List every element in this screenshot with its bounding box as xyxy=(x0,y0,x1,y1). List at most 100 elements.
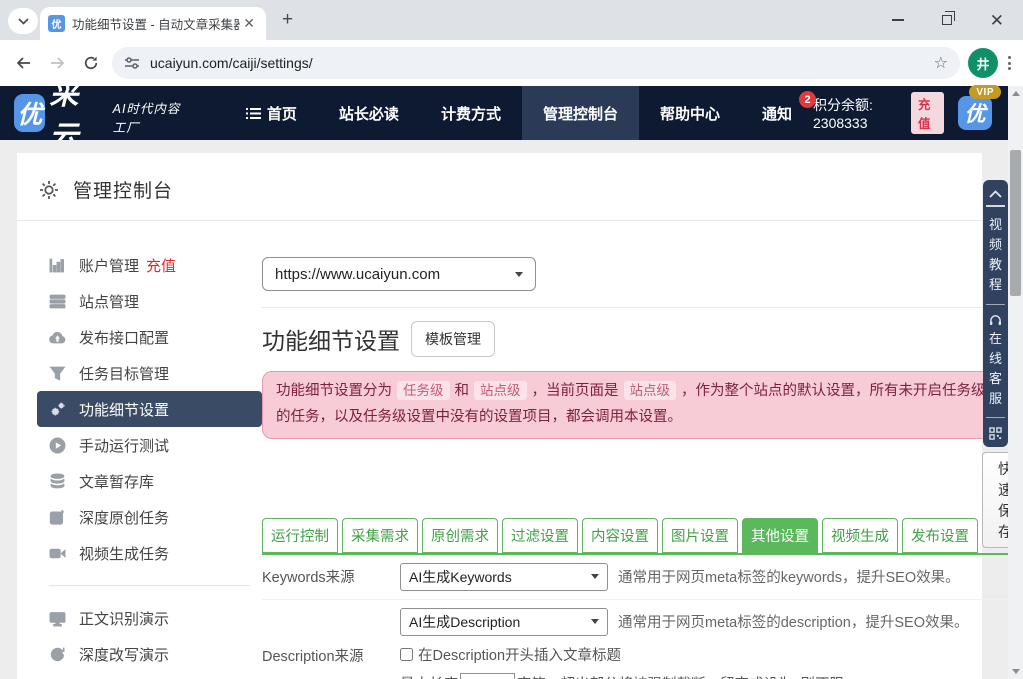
nav-menu: 首页 站长必读 计费方式 管理控制台 帮助中心 通知 2 xyxy=(225,86,813,140)
tab-publish[interactable]: 发布设置 xyxy=(902,518,978,553)
sidebar-item-rewrite-demo[interactable]: 深度改写演示 xyxy=(37,636,262,672)
tab-video[interactable]: 视频生成 xyxy=(822,518,898,553)
tab-image[interactable]: 图片设置 xyxy=(662,518,738,553)
sidebar-item-deep-original-task[interactable]: 深度原创任务 xyxy=(37,499,262,535)
sidebar-recharge-link[interactable]: 充值 xyxy=(146,255,176,276)
back-button[interactable] xyxy=(6,55,40,71)
tab-content[interactable]: 内容设置 xyxy=(582,518,658,553)
site-selector-value: https://www.ucaiyun.com xyxy=(275,266,440,283)
max-length-input[interactable] xyxy=(460,673,515,679)
console-sidebar: 账户管理 充值 站点管理 发布接口配置 任务目标管理 xyxy=(37,221,262,679)
tab-close-icon[interactable]: ✕ xyxy=(240,15,258,32)
toolbar-divider xyxy=(986,417,1005,418)
qr-code-button[interactable] xyxy=(983,424,1008,441)
nav-item-label: 管理控制台 xyxy=(543,103,618,124)
tab-search-button[interactable] xyxy=(8,8,38,34)
tab-favicon: 优 xyxy=(48,15,65,32)
nav-item-must-read[interactable]: 站长必读 xyxy=(318,86,420,140)
quick-save-button[interactable]: 快速保存 xyxy=(982,452,1008,548)
card-header: 管理控制台 xyxy=(37,153,962,220)
site-selector[interactable]: https://www.ucaiyun.com xyxy=(262,257,536,291)
sidebar-item-content-demo[interactable]: 正文识别演示 xyxy=(37,600,262,636)
scrollbar-thumb[interactable] xyxy=(1010,150,1021,296)
browser-menu-button[interactable] xyxy=(998,56,1023,70)
refresh-icon xyxy=(49,646,66,663)
scroll-up-arrow[interactable] xyxy=(1008,86,1023,101)
user-avatar[interactable]: 优 VIP xyxy=(958,96,992,130)
maxlen-prefix: 最大长度 xyxy=(400,673,458,679)
site-navbar: 优 采云 AI时代内容工厂 首页 站长必读 计费方式 管理控制台 帮助中心 通知… xyxy=(0,86,1008,140)
sidebar-item-original-demo[interactable]: 深度原创演示 xyxy=(37,672,262,679)
nav-item-console[interactable]: 管理控制台 xyxy=(522,86,639,140)
window-close-button[interactable]: ✕ xyxy=(990,12,1004,29)
browser-toolbar: ucaiyun.com/caiji/settings/ ☆ 井 xyxy=(0,40,1023,86)
browser-profile-avatar[interactable]: 井 xyxy=(968,48,998,78)
sidebar-divider xyxy=(49,585,250,586)
sidebar-item-sites[interactable]: 站点管理 xyxy=(37,283,262,319)
window-controls: ✕ xyxy=(873,0,1023,40)
avatar-text: 优 xyxy=(958,96,992,130)
gear-icon xyxy=(39,180,59,200)
monitor-icon xyxy=(49,610,66,627)
tab-original[interactable]: 原创需求 xyxy=(422,518,498,553)
sidebar-item-account[interactable]: 账户管理 充值 xyxy=(37,247,262,283)
nav-item-pricing[interactable]: 计费方式 xyxy=(420,86,522,140)
url-bar[interactable]: ucaiyun.com/caiji/settings/ ☆ xyxy=(112,47,960,79)
keywords-source-select[interactable]: AI生成Keywords xyxy=(400,563,608,591)
tab-other[interactable]: 其他设置 xyxy=(742,518,818,553)
page-title: 管理控制台 xyxy=(73,176,173,203)
sidebar-item-label: 深度原创任务 xyxy=(79,507,169,528)
site-settings-icon xyxy=(124,56,140,70)
browser-tab-strip: 优 功能细节设置 - 自动文章采集器 ✕ + ✕ xyxy=(0,0,1023,40)
template-manage-button[interactable]: 模板管理 xyxy=(411,321,495,357)
alert-tag-current-level: 站点级 xyxy=(624,381,677,400)
online-service-button[interactable]: 在线客服 xyxy=(983,327,1008,412)
scroll-down-arrow[interactable] xyxy=(1008,664,1023,679)
edit-icon xyxy=(49,509,66,526)
page-scrollbar[interactable] xyxy=(1008,86,1023,679)
description-source-select[interactable]: AI生成Description xyxy=(400,608,608,636)
sidebar-item-article-store[interactable]: 文章暂存库 xyxy=(37,463,262,499)
recharge-button[interactable]: 充值 xyxy=(911,92,944,134)
window-minimize-button[interactable] xyxy=(892,19,904,21)
bookmark-star-icon[interactable]: ☆ xyxy=(934,53,948,73)
floating-side-toolbar: 视频教程 在线客服 xyxy=(983,180,1008,447)
sidebar-item-video-task[interactable]: 视频生成任务 xyxy=(37,535,262,571)
window-restore-button[interactable] xyxy=(942,15,952,25)
nav-item-help[interactable]: 帮助中心 xyxy=(639,86,741,140)
tab-filter[interactable]: 过滤设置 xyxy=(502,518,578,553)
back-to-top-button[interactable] xyxy=(983,187,1008,199)
new-tab-button[interactable]: + xyxy=(282,9,293,31)
nav-item-label: 计费方式 xyxy=(441,103,501,124)
form-row-keywords: Keywords来源 AI生成Keywords 通常用于网页meta标签的key… xyxy=(262,555,1008,600)
nav-item-notifications[interactable]: 通知 2 xyxy=(741,86,813,140)
sidebar-item-manual-test[interactable]: 手动运行测试 xyxy=(37,427,262,463)
sidebar-item-task-targets[interactable]: 任务目标管理 xyxy=(37,355,262,391)
nav-item-label: 站长必读 xyxy=(339,103,399,124)
insert-title-checkbox[interactable] xyxy=(400,648,413,661)
alert-text: ，当前页面是 xyxy=(532,383,619,399)
alert-tag-site-level: 站点级 xyxy=(474,381,527,400)
page-background: 管理控制台 账户管理 充值 站点管理 发布接口配置 xyxy=(0,140,1008,679)
nav-item-label: 通知 xyxy=(762,103,792,124)
sidebar-item-label: 账户管理 xyxy=(79,255,139,276)
select-value: AI生成Description xyxy=(409,612,520,632)
chevron-down-icon xyxy=(515,272,523,277)
database-icon xyxy=(49,473,66,490)
sidebar-item-feature-settings[interactable]: 功能细节设置 xyxy=(37,391,262,427)
form-row-description: Description来源 AI生成Description 通常用于网页meta… xyxy=(262,600,1008,679)
field-hint: 通常用于网页meta标签的description，提升SEO效果。 xyxy=(618,611,968,632)
nav-item-home[interactable]: 首页 xyxy=(225,86,318,140)
sidebar-item-label: 视频生成任务 xyxy=(79,543,169,564)
tab-run-control[interactable]: 运行控制 xyxy=(262,518,338,553)
toolbar-divider xyxy=(986,304,1005,305)
tab-title: 功能细节设置 - 自动文章采集器 xyxy=(72,14,240,33)
reload-button[interactable] xyxy=(74,55,108,71)
video-tutorial-button[interactable]: 视频教程 xyxy=(983,213,1008,298)
sidebar-item-publish-api[interactable]: 发布接口配置 xyxy=(37,319,262,355)
site-logo[interactable]: 优 采云 AI时代内容工厂 xyxy=(14,86,191,140)
browser-tab[interactable]: 优 功能细节设置 - 自动文章采集器 ✕ xyxy=(40,7,266,40)
nav-right-area: 积分余额: 2308333 充值 优 VIP xyxy=(813,86,992,140)
tab-collect[interactable]: 采集需求 xyxy=(342,518,418,553)
forward-button[interactable] xyxy=(40,55,74,71)
